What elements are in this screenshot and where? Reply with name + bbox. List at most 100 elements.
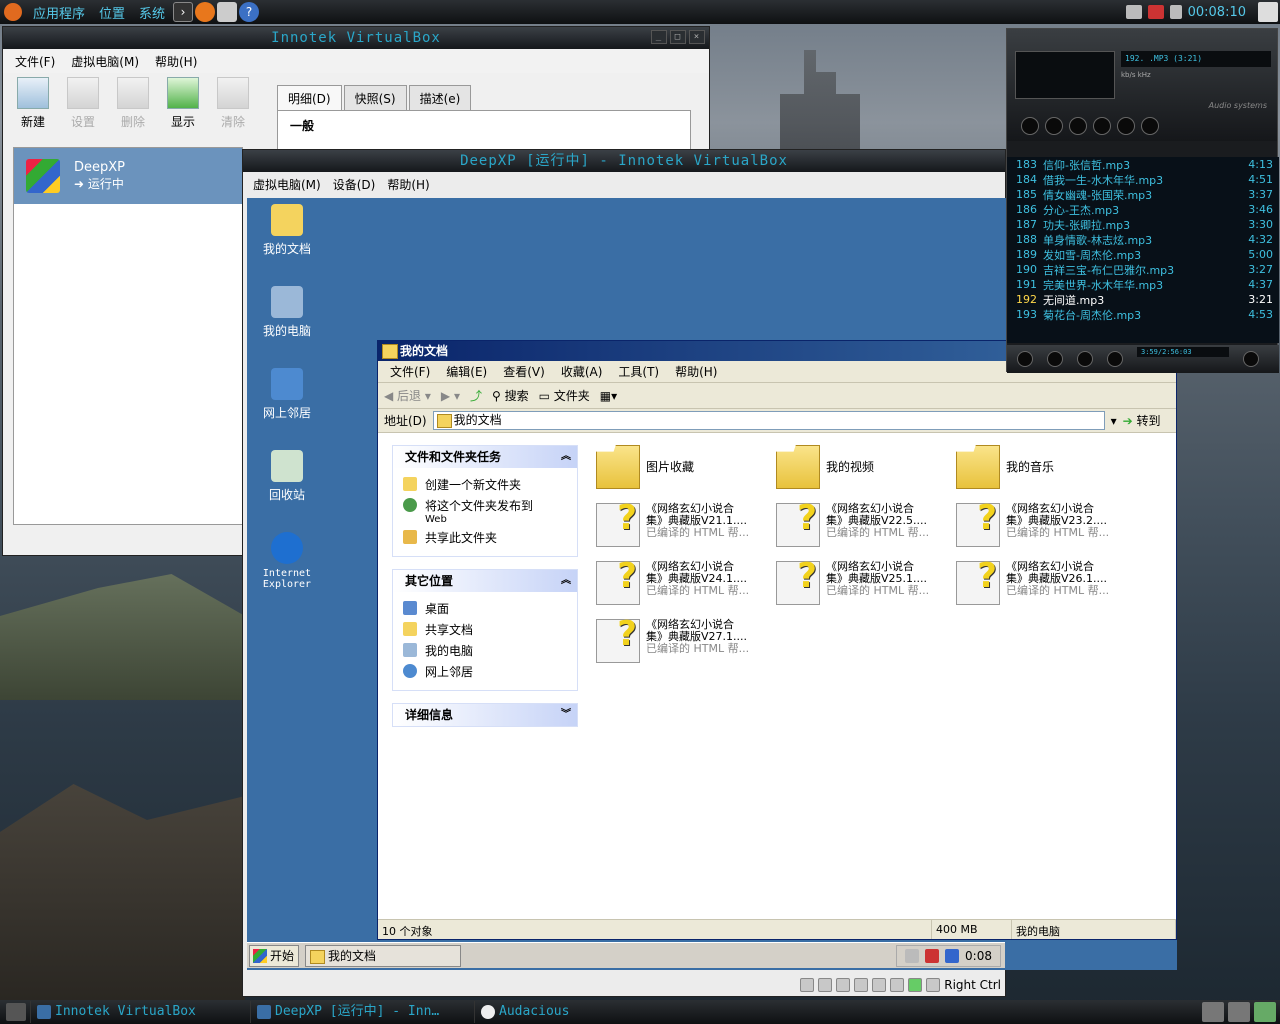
pl-list-icon[interactable]	[1243, 351, 1259, 367]
desktop-icon-network[interactable]: 网上邻居	[247, 368, 327, 421]
play-icon[interactable]	[1045, 117, 1063, 135]
collapse-chevron-icon[interactable]: ︽	[561, 570, 571, 592]
menu-machine[interactable]: 虚拟电脑(M)	[65, 53, 145, 70]
host-key-arrow-icon[interactable]	[926, 978, 941, 992]
taskbar-deepxp[interactable]: DeepXP [运行中] - Inn…	[250, 1001, 470, 1023]
start-button[interactable]: 开始	[249, 944, 299, 967]
collapse-chevron-icon[interactable]: ︽	[561, 446, 571, 468]
hdd-icon[interactable]	[800, 978, 815, 992]
views-button[interactable]: ▦▾	[600, 389, 617, 403]
security-shield-icon[interactable]	[925, 949, 940, 963]
taskbar-virtualbox[interactable]: Innotek VirtualBox	[30, 1001, 246, 1023]
show-button[interactable]: 显示	[163, 77, 203, 130]
taskbar-audacious[interactable]: Audacious	[474, 1001, 694, 1023]
places-menu[interactable]: 位置	[92, 3, 132, 22]
playlist-row[interactable]: 192 无间道.mp3 3:21	[1007, 292, 1279, 307]
network-icon[interactable]	[1125, 5, 1142, 19]
place-desktop[interactable]: 桌面	[403, 598, 567, 619]
discard-button[interactable]: 清除	[213, 77, 253, 130]
mail-launcher-icon[interactable]	[217, 2, 238, 22]
file-item[interactable]: 《网络玄幻小说合集》典藏版V26.1....已编译的 HTML 帮...	[956, 556, 1136, 609]
trash-icon[interactable]	[1254, 1002, 1276, 1022]
folder-my-music[interactable]: 我的音乐	[956, 445, 1136, 493]
help-launcher-icon[interactable]: ?	[239, 2, 260, 22]
playlist-row[interactable]: 190 吉祥三宝-布仁巴雅尔.mp3 3:27	[1007, 262, 1279, 277]
vm-list-item[interactable]: DeepXP ➜ 运行中	[14, 148, 242, 204]
eject-icon[interactable]	[1141, 117, 1159, 135]
next-icon[interactable]	[1117, 117, 1135, 135]
playlist-row[interactable]: 191 完美世界-水木年华.mp3 4:37	[1007, 277, 1279, 292]
settings-button[interactable]: 设置	[63, 77, 103, 130]
pl-add-icon[interactable]	[1017, 351, 1033, 367]
forward-button[interactable]: ▶ ▾	[441, 389, 460, 403]
playlist-row[interactable]: 189 发如雪-周杰伦.mp3 5:00	[1007, 247, 1279, 262]
previous-icon[interactable]	[1021, 117, 1039, 135]
volume-icon[interactable]	[1169, 5, 1182, 19]
playlist-row[interactable]: 185 倩女幽魂-张国荣.mp3 3:37	[1007, 187, 1279, 202]
ubuntu-logo-icon[interactable]	[4, 3, 22, 21]
cdrom-icon[interactable]	[818, 978, 833, 992]
other-places-header[interactable]: 其它位置 ︽	[393, 570, 577, 592]
exp-menu-file[interactable]: 文件(F)	[382, 363, 438, 380]
tab-description[interactable]: 描述(e)	[408, 85, 472, 111]
floppy-icon[interactable]	[836, 978, 851, 992]
go-button[interactable]: ➔ 转到	[1123, 412, 1161, 429]
xp-task-my-documents[interactable]: 我的文档	[305, 944, 461, 967]
close-icon[interactable]: ×	[689, 30, 705, 44]
file-item[interactable]: 《网络玄幻小说合集》典藏版V27.1....已编译的 HTML 帮...	[596, 614, 776, 667]
workspace-1[interactable]	[1202, 1002, 1224, 1022]
terminal-launcher-icon[interactable]: ›	[173, 2, 194, 22]
tab-snapshots[interactable]: 快照(S)	[343, 85, 407, 111]
vm-menu-devices[interactable]: 设备(D)	[327, 176, 382, 193]
exp-menu-help[interactable]: 帮助(H)	[667, 363, 725, 380]
address-dropdown-icon[interactable]: ▾	[1111, 414, 1117, 428]
playlist-row[interactable]: 184 借我一生-水木年华.mp3 4:51	[1007, 172, 1279, 187]
expand-chevron-icon[interactable]: ︾	[561, 704, 571, 726]
up-folder-icon[interactable]: ⤴	[470, 387, 482, 404]
panel-clock[interactable]: 00:08:10	[1188, 5, 1246, 20]
search-button[interactable]: ⚲ 搜索	[492, 387, 529, 404]
menu-file[interactable]: 文件(F)	[9, 53, 61, 70]
desktop-icon-my-computer[interactable]: 我的电脑	[247, 286, 327, 339]
pl-misc-icon[interactable]	[1107, 351, 1123, 367]
playlist-row[interactable]: 187 功夫-张卿拉.mp3 3:30	[1007, 217, 1279, 232]
file-item[interactable]: 《网络玄幻小说合集》典藏版V21.1....已编译的 HTML 帮...	[596, 498, 776, 551]
folder-my-pictures[interactable]: 图片收藏	[596, 445, 776, 493]
file-tasks-header[interactable]: 文件和文件夹任务 ︽	[393, 446, 577, 468]
desktop-icon-recycle-bin[interactable]: 回收站	[247, 450, 327, 503]
exp-menu-favorites[interactable]: 收藏(A)	[553, 363, 611, 380]
place-my-computer[interactable]: 我的电脑	[403, 640, 567, 661]
pl-select-icon[interactable]	[1077, 351, 1093, 367]
xp-clock[interactable]: 0:08	[965, 949, 992, 963]
address-input[interactable]: 我的文档	[432, 411, 1105, 430]
menu-help[interactable]: 帮助(H)	[149, 53, 203, 70]
playlist-row[interactable]: 188 单身情歌-林志炫.mp3 4:32	[1007, 232, 1279, 247]
delete-button[interactable]: 删除	[113, 77, 153, 130]
pl-remove-icon[interactable]	[1047, 351, 1063, 367]
shared-folder-icon[interactable]	[890, 978, 905, 992]
stop-icon[interactable]	[1093, 117, 1111, 135]
vm-window-titlebar[interactable]: DeepXP [运行中] - Innotek VirtualBox	[243, 150, 1005, 172]
system-menu[interactable]: 系统	[132, 3, 172, 22]
task-new-folder[interactable]: 创建一个新文件夹	[403, 474, 567, 495]
vm-menu-help[interactable]: 帮助(H)	[381, 176, 435, 193]
network-error-icon[interactable]	[1147, 5, 1164, 19]
desktop-icon-my-documents[interactable]: 我的文档	[247, 204, 327, 257]
back-button[interactable]: ◀ 后退 ▾	[384, 387, 431, 404]
playlist-row[interactable]: 186 分心-王杰.mp3 3:46	[1007, 202, 1279, 217]
task-publish-web[interactable]: 将这个文件夹发布到 Web	[403, 495, 567, 527]
file-item[interactable]: 《网络玄幻小说合集》典藏版V23.2....已编译的 HTML 帮...	[956, 498, 1136, 551]
place-shared-docs[interactable]: 共享文档	[403, 619, 567, 640]
details-header[interactable]: 详细信息 ︾	[393, 704, 577, 726]
place-network[interactable]: 网上邻居	[403, 661, 567, 682]
applications-menu[interactable]: 应用程序	[26, 3, 92, 22]
workspace-2[interactable]	[1228, 1002, 1250, 1022]
new-button[interactable]: 新建	[13, 77, 53, 130]
network-adapter-icon[interactable]	[854, 978, 869, 992]
mouse-integration-icon[interactable]	[908, 978, 923, 992]
vbm-titlebar[interactable]: Innotek VirtualBox _ □ ×	[3, 27, 709, 49]
usb-icon[interactable]	[872, 978, 887, 992]
keyboard-icon[interactable]	[905, 949, 920, 963]
file-item[interactable]: 《网络玄幻小说合集》典藏版V24.1....已编译的 HTML 帮...	[596, 556, 776, 609]
exp-menu-view[interactable]: 查看(V)	[495, 363, 553, 380]
